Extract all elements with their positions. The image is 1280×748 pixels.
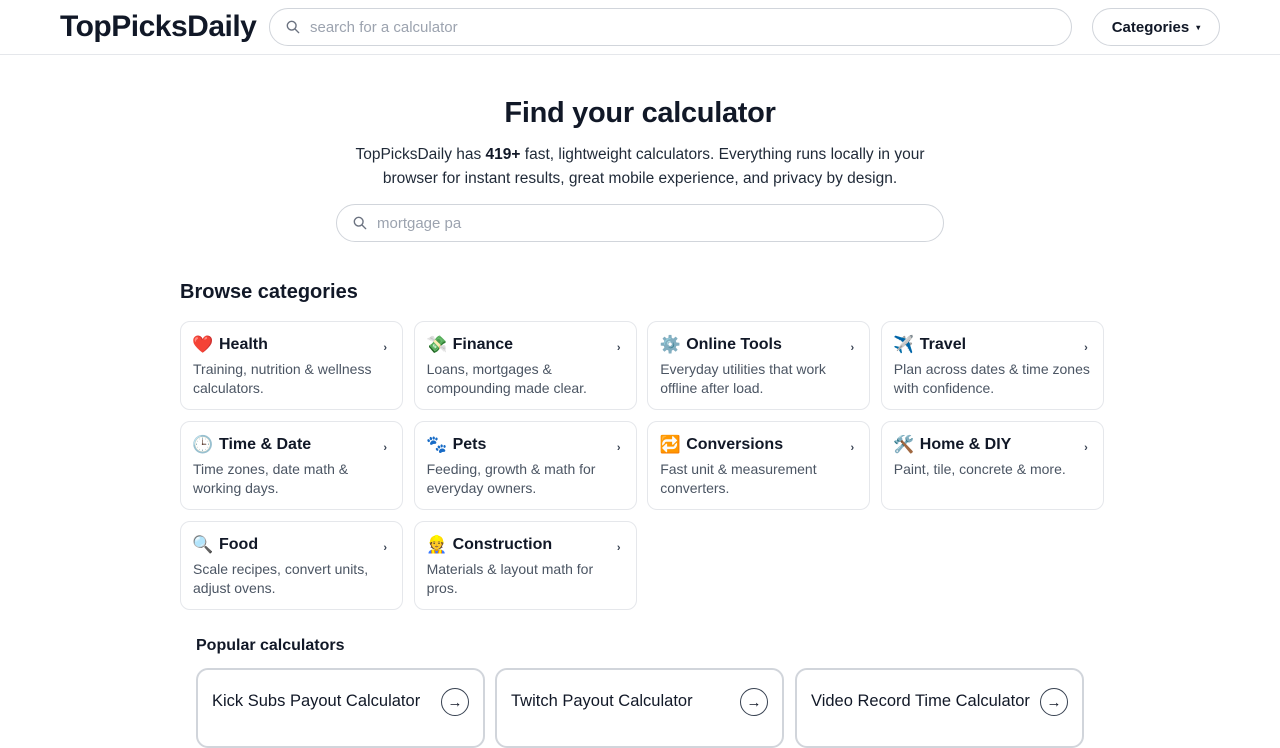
paw-icon: 🐾	[426, 435, 448, 454]
category-grid: ❤️ Health › Training, nutrition & wellnes…	[180, 321, 1104, 610]
arrow-right-icon[interactable]: →	[740, 688, 768, 716]
arrow-right-icon[interactable]: →	[441, 688, 469, 716]
header-search-box[interactable]	[269, 8, 1072, 46]
category-description: Loans, mortgages & compounding made clea…	[426, 361, 587, 396]
category-description: Fast unit & measurement converters.	[660, 461, 817, 496]
chevron-right-icon: ›	[616, 442, 621, 454]
category-name: Construction	[452, 536, 553, 553]
money-icon: 💸	[426, 335, 448, 354]
chevron-down-icon: ▾	[1196, 22, 1201, 32]
category-description: Scale recipes, convert units, adjust ove…	[193, 561, 369, 596]
category-card-travel[interactable]: ✈️ Travel › Plan across dates & time zone…	[880, 321, 1104, 410]
category-card-home-diy[interactable]: 🛠️ Home & DIY › Paint, tile, concrete & m…	[880, 421, 1104, 510]
popular-card-title: Kick Subs Payout Calculator	[212, 692, 421, 710]
magnifier-icon: 🔍	[192, 535, 214, 554]
category-card-online-tools[interactable]: ⚙️ Online Tools › Everyday utilities that…	[647, 321, 871, 410]
chevron-right-icon: ›	[850, 342, 855, 354]
category-name: Pets	[452, 436, 487, 453]
chevron-right-icon: ›	[1084, 442, 1088, 454]
category-card-pets[interactable]: 🐾 Pets › Feeding, growth & math for every…	[413, 421, 637, 510]
category-description: Feeding, growth & math for everyday owne…	[426, 461, 596, 496]
category-description: Paint, tile, concrete & more.	[893, 461, 1066, 477]
page-title: Find your calculator	[504, 97, 776, 129]
popular-calculators-heading: Popular calculators	[196, 637, 345, 654]
category-name: Travel	[919, 336, 967, 353]
category-card-construction[interactable]: 👷 Construction › Materials & layout math …	[413, 521, 637, 610]
category-name: Time & Date	[219, 436, 312, 453]
header-search-input[interactable]	[310, 18, 1071, 36]
categories-dropdown-button[interactable]: Categories ▾	[1092, 8, 1220, 46]
category-card-food[interactable]: 🔍 Food › Scale recipes, convert units, ad…	[180, 521, 403, 610]
category-name: Conversions	[686, 436, 784, 453]
category-card-conversions[interactable]: 🔁 Conversions › Fast unit & measurement c…	[647, 421, 871, 510]
chevron-right-icon: ›	[616, 342, 621, 354]
heart-icon: ❤️	[192, 335, 214, 354]
airplane-icon: ✈️	[893, 335, 915, 354]
category-description: Everyday utilities that work offline aft…	[660, 361, 826, 396]
chevron-right-icon: ›	[383, 442, 387, 454]
popular-card-title: Video Record Time Calculator	[811, 692, 1030, 710]
tools-icon: 🛠️	[893, 435, 915, 454]
category-description: Plan across dates & time zones with conf…	[893, 361, 1090, 396]
popular-card-twitch[interactable]: Twitch Payout Calculator →	[495, 668, 784, 748]
arrow-right-icon[interactable]: →	[1040, 688, 1068, 716]
category-name: Home & DIY	[919, 436, 1012, 453]
hero-description: TopPicksDaily has 419+ fast, lightweight…	[340, 143, 940, 191]
top-bar: TopPicksDaily Categories ▾	[0, 0, 1280, 55]
arrows-cycle-icon: 🔁	[659, 435, 681, 454]
chevron-right-icon: ›	[383, 542, 387, 554]
chevron-right-icon: ›	[383, 342, 387, 354]
category-name: Health	[219, 336, 268, 353]
browse-categories-heading: Browse categories	[180, 281, 358, 303]
hero-description-prefix: TopPicksDaily has	[355, 146, 486, 163]
popular-card-video-record[interactable]: Video Record Time Calculator →	[795, 668, 1084, 748]
search-icon	[286, 20, 300, 34]
hero-search-input[interactable]	[377, 214, 943, 232]
hero-search-box[interactable]	[336, 204, 944, 242]
category-card-health[interactable]: ❤️ Health › Training, nutrition & wellnes…	[180, 321, 403, 410]
category-description: Time zones, date math & working days.	[193, 461, 349, 496]
categories-button-label: Categories	[1111, 18, 1190, 36]
category-description: Training, nutrition & wellness calculato…	[193, 361, 372, 396]
gear-icon: ⚙️	[659, 335, 681, 354]
construction-worker-icon: 👷	[426, 535, 448, 554]
category-card-finance[interactable]: 💸 Finance › Loans, mortgages & compoundin…	[413, 321, 637, 410]
calculator-count: 419+	[485, 146, 521, 163]
category-name: Food	[219, 536, 259, 553]
clock-icon: 🕒	[192, 435, 214, 454]
category-card-time-date[interactable]: 🕒 Time & Date › Time zones, date math & w…	[180, 421, 403, 510]
category-description: Materials & layout math for pros.	[426, 561, 594, 596]
category-name: Online Tools	[686, 336, 782, 353]
chevron-right-icon: ›	[1084, 342, 1088, 354]
search-icon	[353, 216, 367, 230]
popular-card-kick-subs[interactable]: Kick Subs Payout Calculator →	[196, 668, 485, 748]
site-logo[interactable]: TopPicksDaily	[60, 10, 257, 44]
category-name: Finance	[452, 336, 514, 353]
popular-card-title: Twitch Payout Calculator	[511, 692, 693, 710]
chevron-right-icon: ›	[850, 442, 855, 454]
chevron-right-icon: ›	[616, 542, 621, 554]
